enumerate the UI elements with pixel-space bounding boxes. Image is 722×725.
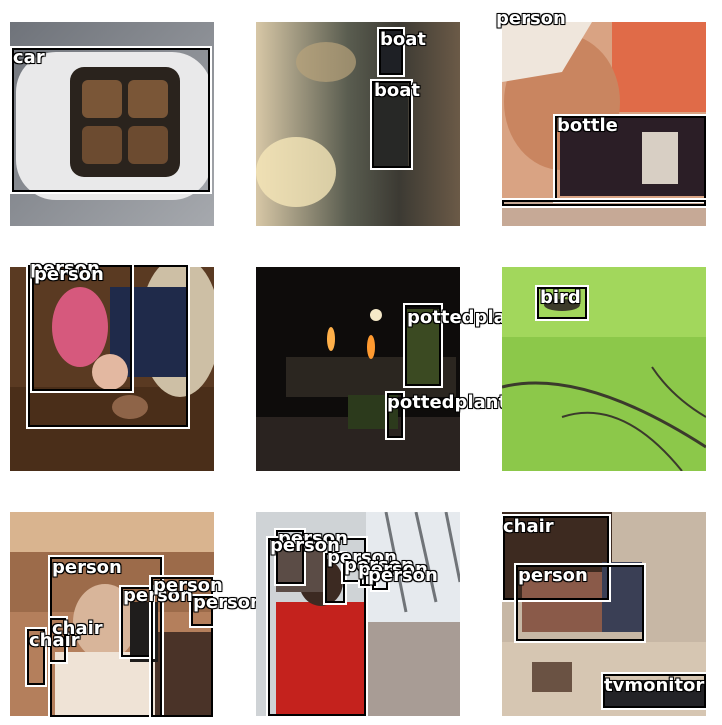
sunset-photo bbox=[256, 22, 460, 226]
label-person: person bbox=[368, 565, 438, 586]
label-person: person bbox=[496, 8, 566, 29]
label-person: person bbox=[34, 264, 104, 285]
label-person: person bbox=[518, 565, 588, 586]
label-boat: boat bbox=[374, 80, 421, 101]
bounding-box bbox=[10, 46, 212, 194]
bounding-box bbox=[500, 198, 708, 208]
label-person: person bbox=[193, 592, 263, 613]
label-tvmonitor: tvmonitor bbox=[604, 675, 705, 696]
label-bottle: bottle bbox=[557, 115, 618, 136]
image-tile-6 bbox=[502, 267, 706, 471]
label-boat: boat bbox=[380, 29, 427, 50]
pond-photo bbox=[502, 267, 706, 471]
image-tile-2 bbox=[256, 22, 460, 226]
label-bird: bird bbox=[540, 287, 581, 308]
label-chair: chair bbox=[503, 516, 554, 537]
label-chair: chair bbox=[52, 618, 103, 639]
label-person: person bbox=[52, 557, 122, 578]
label-pottedplant: pottedplant bbox=[387, 392, 508, 413]
label-car: car bbox=[13, 47, 45, 68]
